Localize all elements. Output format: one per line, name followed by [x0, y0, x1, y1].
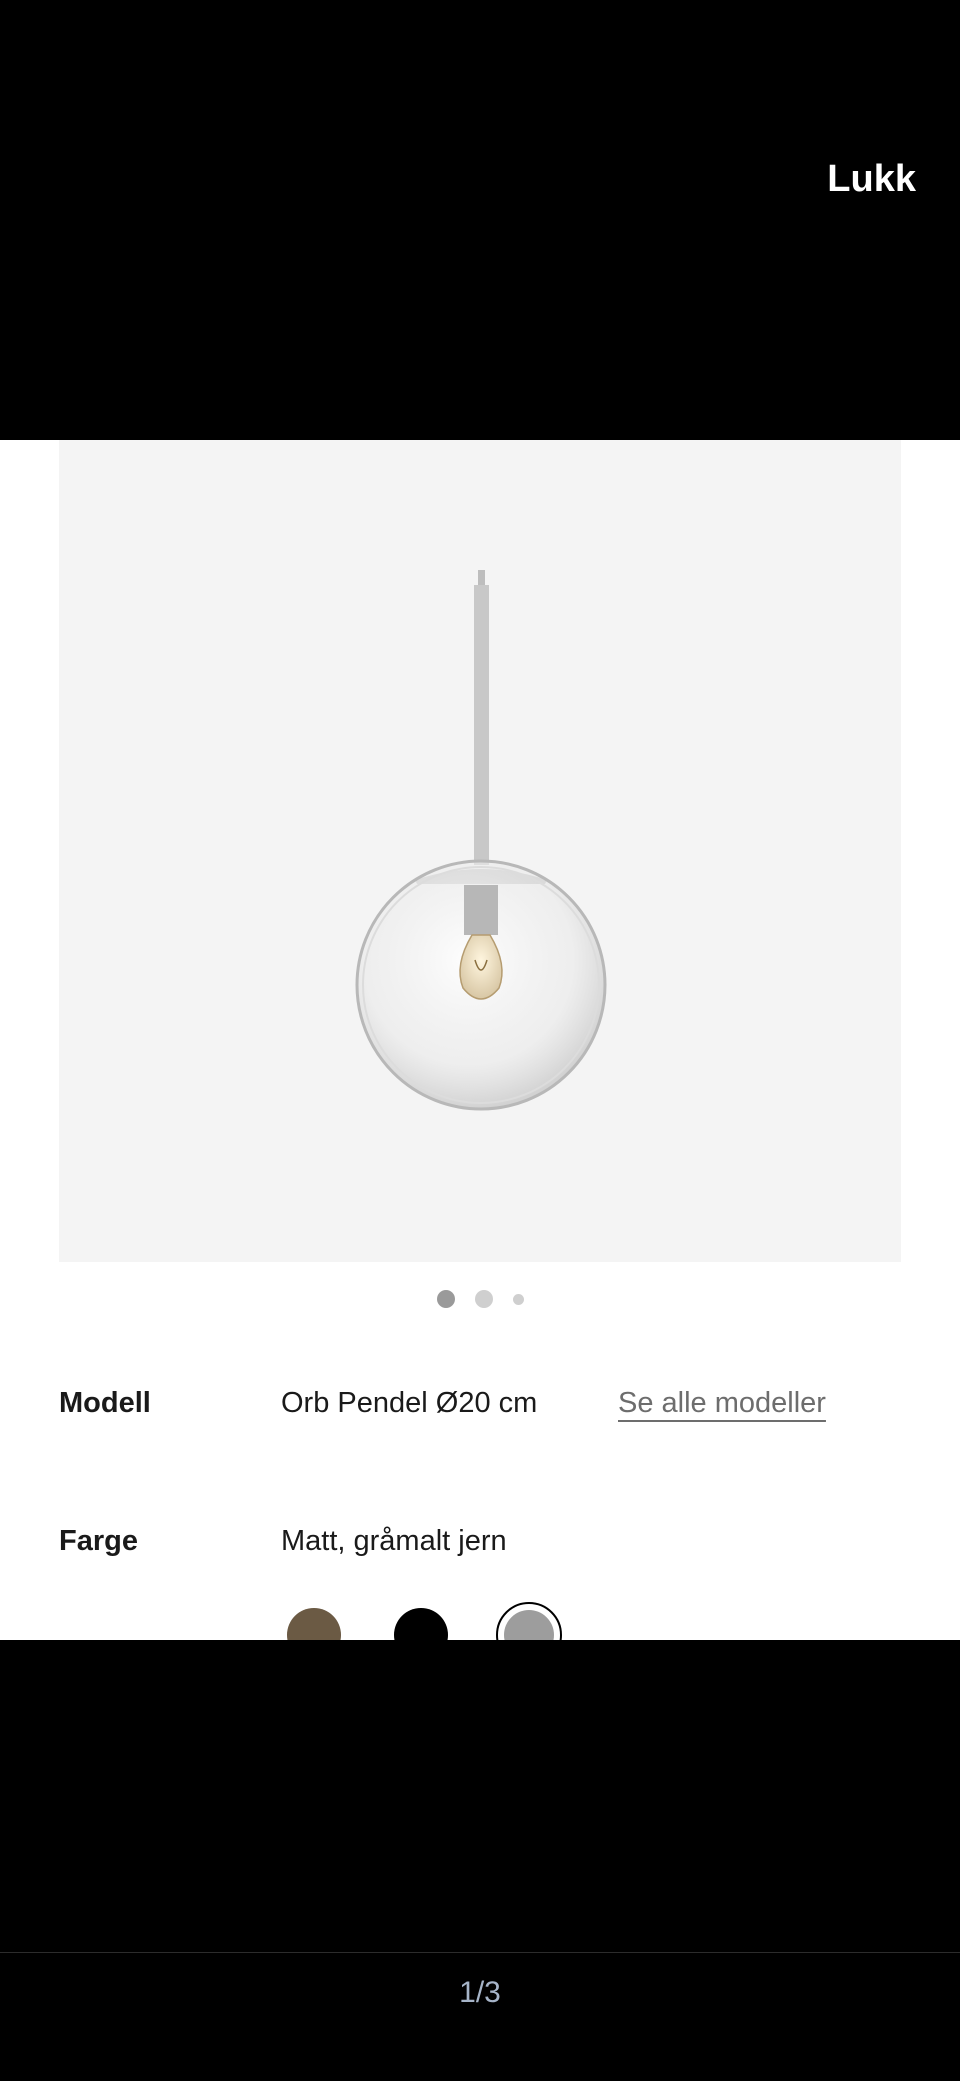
- close-button[interactable]: Lukk: [827, 158, 916, 201]
- divider: [0, 1952, 960, 1953]
- color-value: Matt, gråmalt jern: [281, 1525, 507, 1557]
- swatch-black[interactable]: [394, 1608, 448, 1640]
- product-sheet: Modell Orb Pendel Ø20 cm Se alle modelle…: [0, 440, 960, 1640]
- pagination-dot-1[interactable]: [436, 1290, 455, 1308]
- pagination-dot-2[interactable]: [474, 1290, 493, 1308]
- swatch-bronze[interactable]: [287, 1608, 341, 1640]
- gallery-pagination: [0, 1287, 960, 1311]
- pendant-lamp-illustration: [355, 570, 607, 1111]
- product-image[interactable]: [59, 440, 901, 1262]
- model-value: Orb Pendel Ø20 cm: [281, 1387, 538, 1419]
- swatch-grey-selected[interactable]: [496, 1602, 562, 1640]
- bottom-bar: 1/3: [0, 1640, 960, 2081]
- swatch-grey-fill: [504, 1610, 554, 1640]
- pagination-dot-3[interactable]: [512, 1293, 524, 1305]
- top-bar: Lukk: [0, 0, 960, 440]
- color-label: Farge: [59, 1525, 138, 1557]
- slide-counter: 1/3: [459, 1976, 501, 2009]
- model-label: Modell: [59, 1387, 151, 1419]
- see-all-models-link[interactable]: Se alle modeller: [618, 1387, 826, 1420]
